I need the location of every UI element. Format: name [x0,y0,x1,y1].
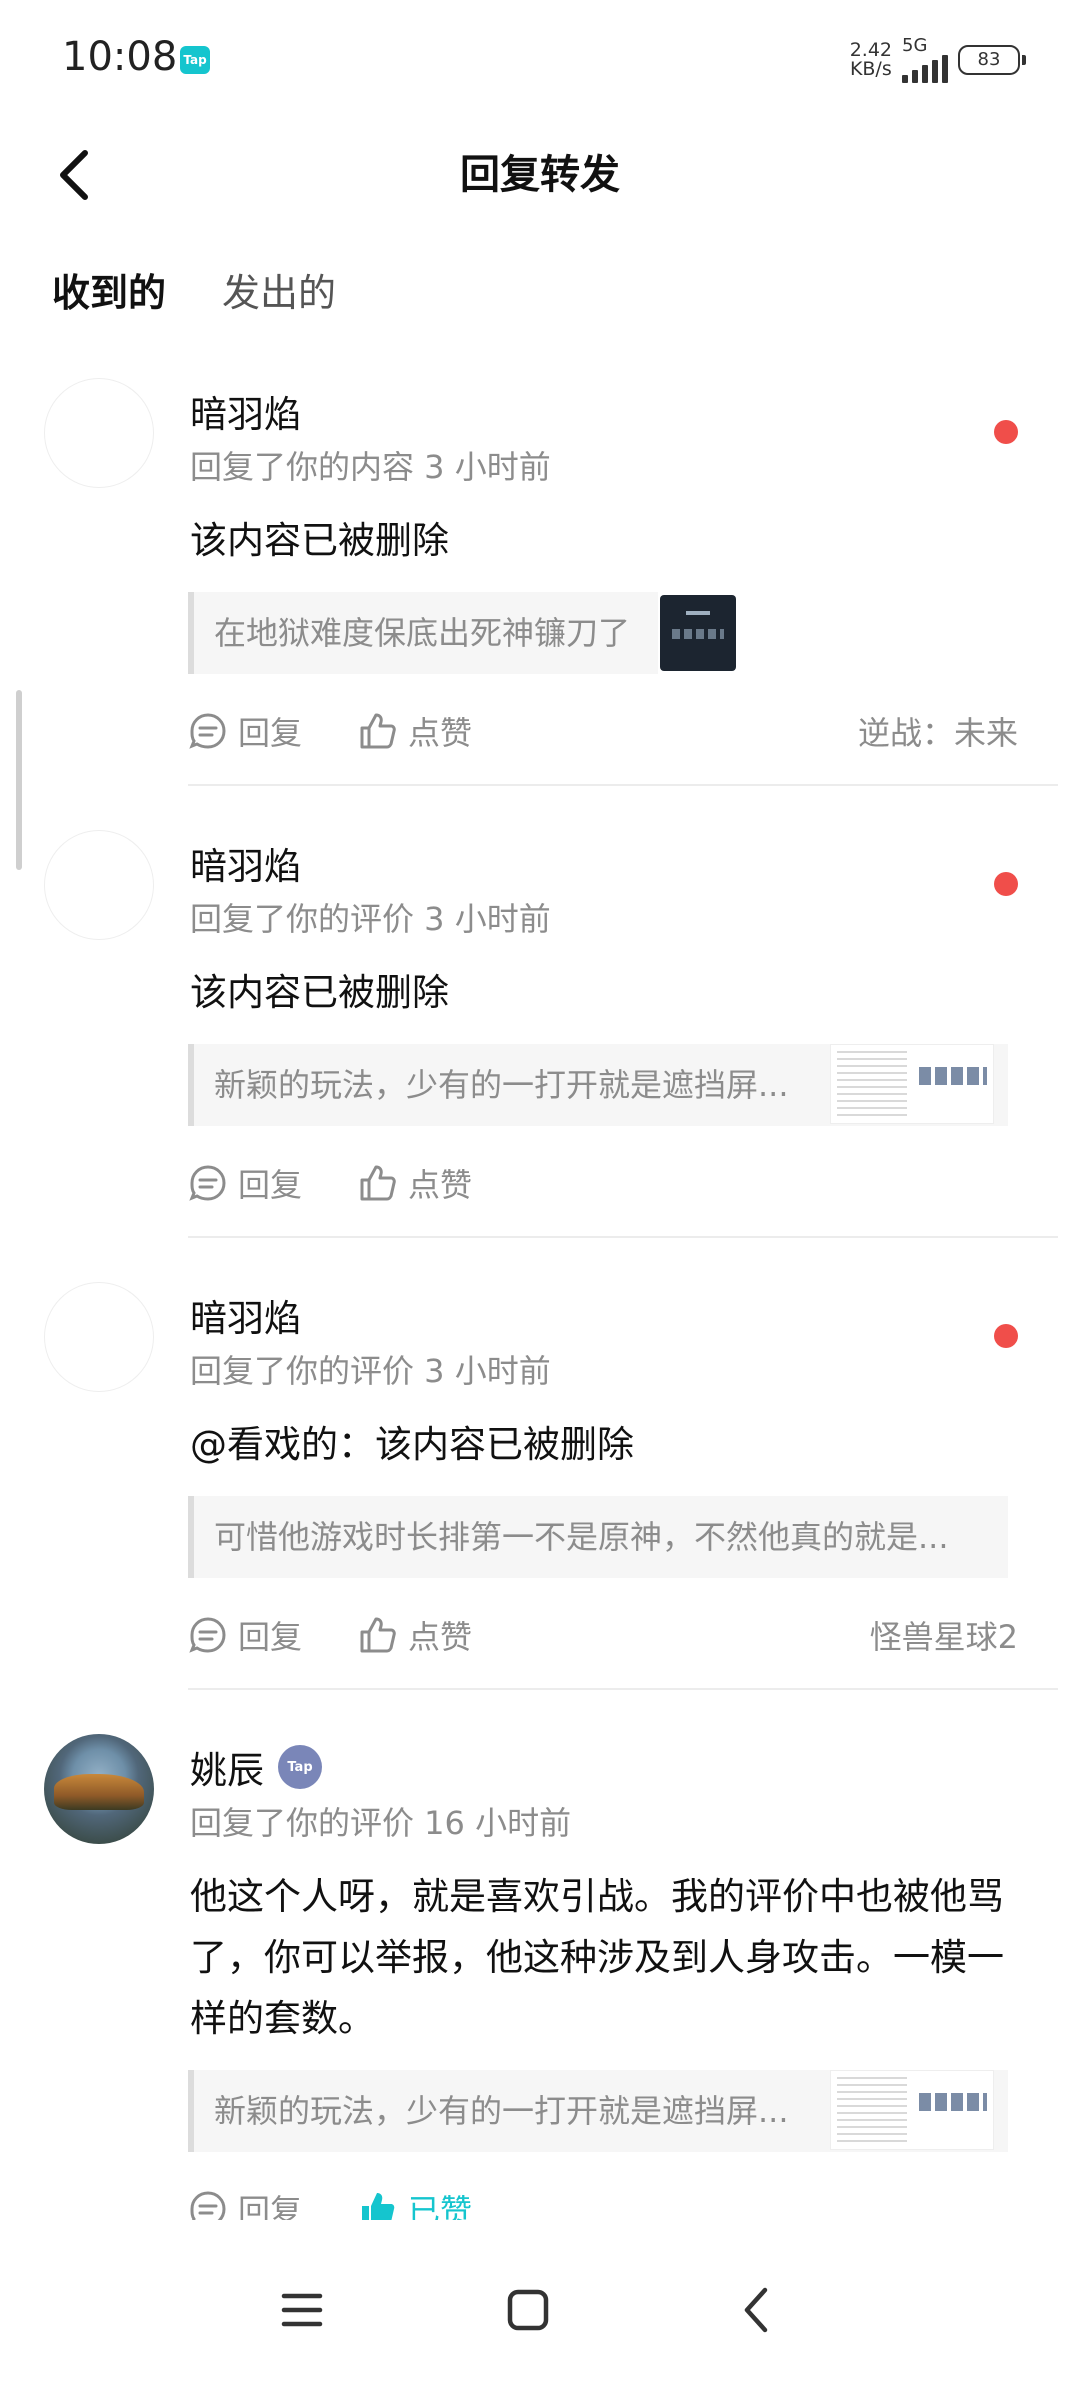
comment-bubble-icon [189,1165,226,1201]
comment-bubble-icon [189,713,226,749]
quoted-thumbnail[interactable] [830,2070,994,2150]
like-label: 点赞 [408,1166,473,1204]
avatar[interactable] [44,1734,154,1844]
user-name[interactable]: 暗羽焰 [190,384,301,438]
comment-bubble-icon [189,1617,226,1653]
avatar[interactable] [44,1282,154,1392]
tap-verified-icon: Tap [278,1745,322,1789]
divider [188,1236,1058,1238]
tab-sent[interactable]: 发出的 [222,262,336,325]
status-time: 10:08 [62,34,178,80]
square-home-icon [507,2289,549,2331]
reply-content[interactable]: 他这个人呀，就是喜欢引战。我的评价中也被他骂了，你可以举报，他这种涉及到人身攻击… [190,1866,1030,2049]
reply-button[interactable]: 回复 [188,1160,302,1206]
thumbs-up-icon [360,1165,396,1201]
like-label: 点赞 [408,1618,473,1656]
network-speed: 2.42 KB/s [850,41,892,79]
reply-meta: 回复了你的评价 16 小时前 [190,1804,572,1842]
action-row: 回复 点赞 怪兽星球2 [188,1610,1018,1660]
status-indicators: 2.42 KB/s 5G 83 [850,37,1026,83]
quoted-thumbnail[interactable] [660,595,736,671]
thumbs-up-icon [360,1617,396,1653]
user-name-text: 姚辰 [190,1749,264,1792]
page-title: 回复转发 [460,152,620,198]
user-name-text: 暗羽焰 [190,393,301,436]
network-type: 5G [902,35,928,56]
user-name-text: 暗羽焰 [190,1297,301,1340]
user-name[interactable]: 暗羽焰 [190,836,301,890]
signal-icon: 5G [902,37,948,83]
menu-icon [281,2293,323,2327]
unread-dot [994,1324,1018,1348]
user-name[interactable]: 姚辰 Tap [190,1740,322,1794]
thumbs-up-icon [360,713,396,749]
avatar[interactable] [44,378,154,488]
reply-meta: 回复了你的内容 3 小时前 [190,448,551,486]
divider [188,1688,1058,1690]
reply-label: 回复 [238,1618,303,1656]
status-bar: 10:08 Tap 2.42 KB/s 5G 83 [0,0,1080,120]
game-tag[interactable]: 怪兽星球2 [870,1612,1018,1658]
system-nav-bar [0,2220,1080,2400]
like-label: 点赞 [408,714,473,752]
reply-meta: 回复了你的评价 3 小时前 [190,1352,551,1390]
reply-button[interactable]: 回复 [188,708,302,754]
action-row: 回复 点赞 逆战：未来 [188,706,1018,756]
reply-label: 回复 [238,1166,303,1204]
reply-meta: 回复了你的评价 3 小时前 [190,900,551,938]
home-button[interactable] [488,2270,568,2350]
recents-button[interactable] [262,2270,342,2350]
like-button[interactable]: 点赞 [358,1612,472,1658]
reply-content[interactable]: @看戏的：该内容已被删除 [190,1414,1030,1475]
like-button[interactable]: 点赞 [358,708,472,754]
battery-icon: 83 [958,45,1026,75]
network-speed-unit: KB/s [849,58,892,80]
avatar[interactable] [44,830,154,940]
chevron-left-icon [744,2287,768,2333]
action-row: 回复 点赞 [188,1158,1018,1208]
user-name-text: 暗羽焰 [190,845,301,888]
reply-content[interactable]: 该内容已被删除 [190,962,1030,1023]
nav-back-button[interactable] [716,2270,796,2350]
quoted-content[interactable]: 在地狱难度保底出死神镰刀了 [188,592,658,674]
signal-bars-icon [902,55,948,83]
game-tag[interactable]: 逆战：未来 [858,708,1018,754]
header: 回复转发 [0,120,1080,230]
scrollbar[interactable] [16,690,22,870]
reply-label: 回复 [238,714,303,752]
tap-app-icon: Tap [180,46,210,74]
reply-content[interactable]: 该内容已被删除 [190,510,1030,571]
tab-bar: 收到的 发出的 [52,262,336,325]
tab-received[interactable]: 收到的 [52,262,167,325]
quoted-content[interactable]: 可惜他游戏时长排第一不是原神，不然他真的就是... [188,1496,1008,1578]
like-button[interactable]: 点赞 [358,1160,472,1206]
tab-label: 发出的 [222,271,337,315]
divider [188,784,1058,786]
tab-label: 收到的 [52,271,167,315]
user-name[interactable]: 暗羽焰 [190,1288,301,1342]
reply-button[interactable]: 回复 [188,1612,302,1658]
unread-dot [994,420,1018,444]
quoted-thumbnail[interactable] [830,1044,994,1124]
unread-dot [994,872,1018,896]
